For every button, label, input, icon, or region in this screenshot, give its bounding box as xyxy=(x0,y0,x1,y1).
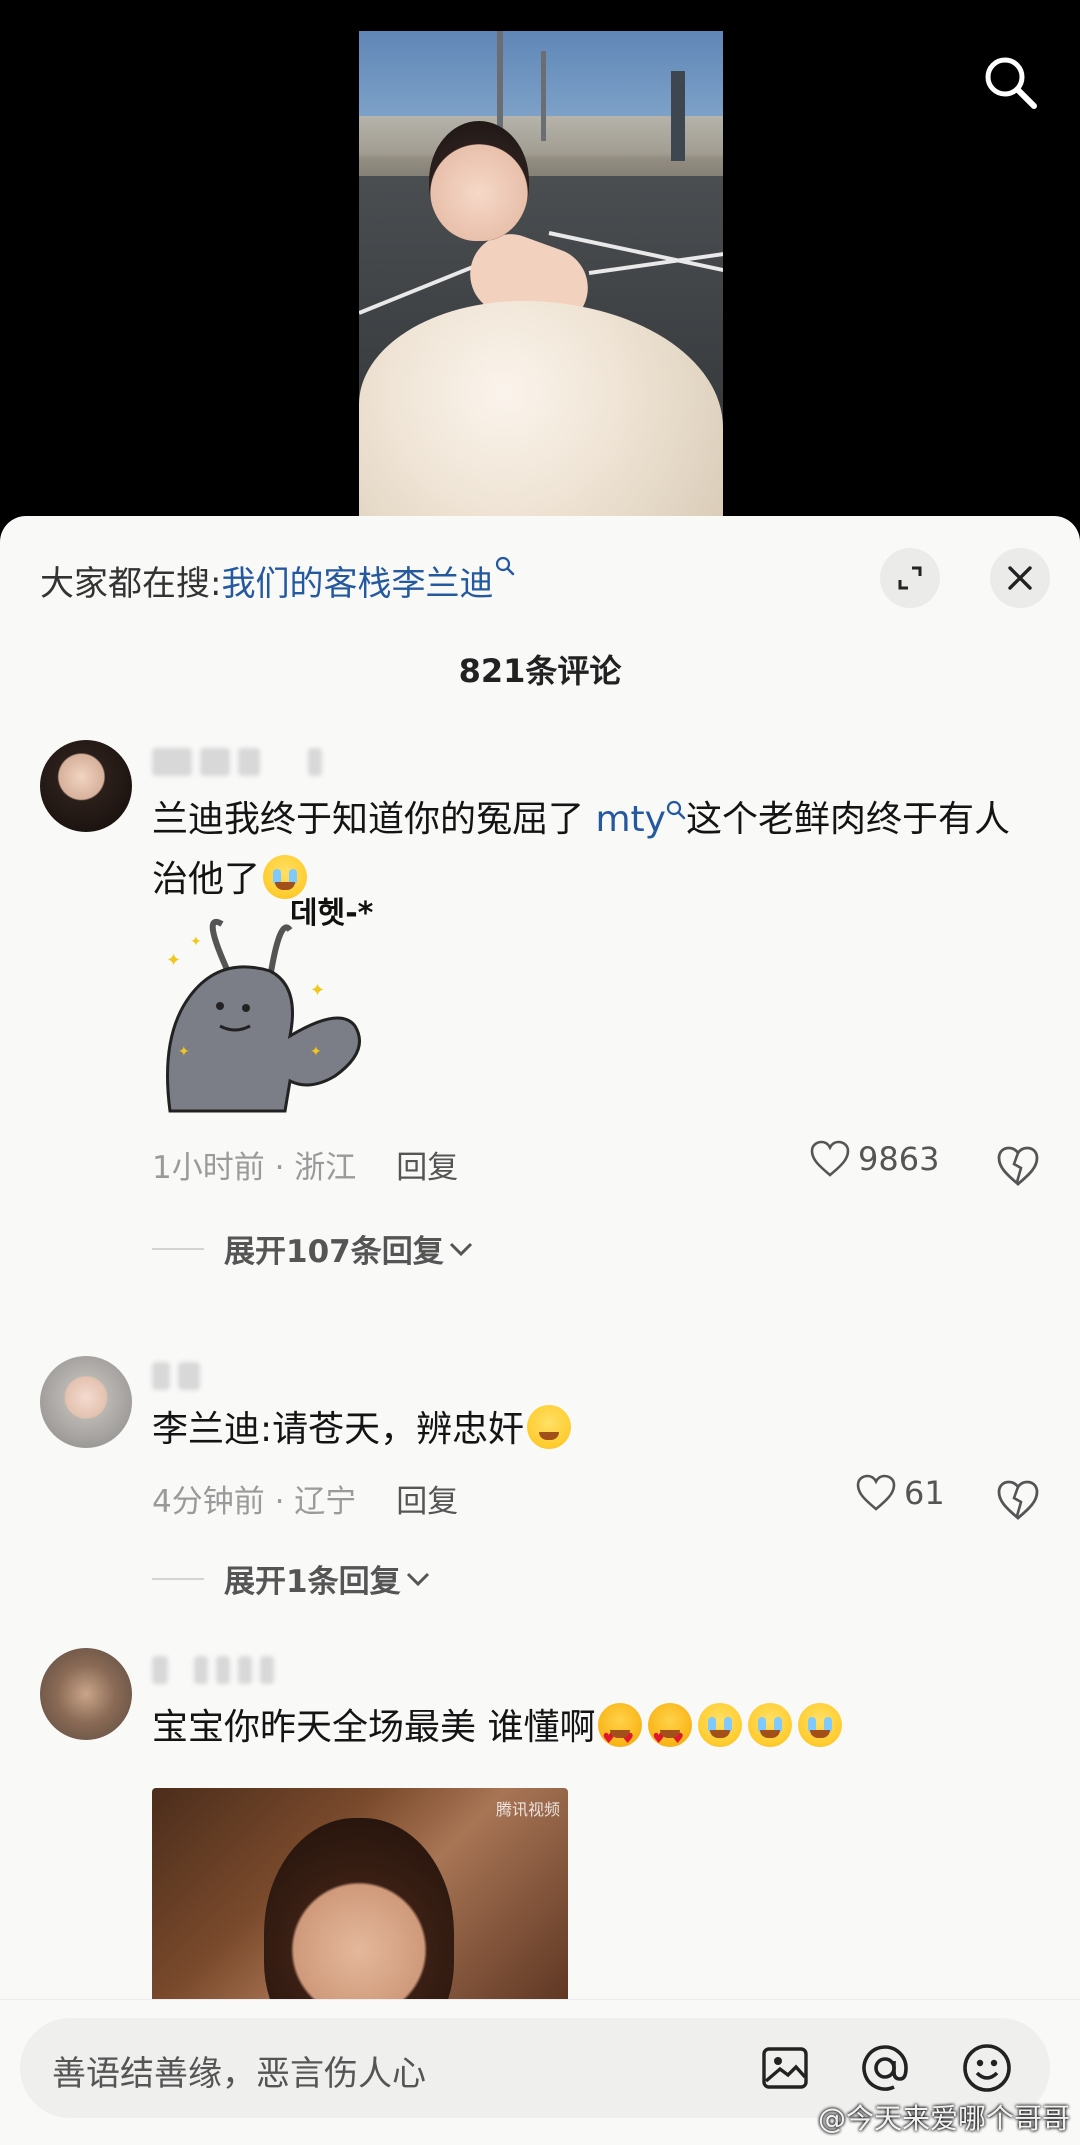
at-icon[interactable] xyxy=(858,2041,912,2095)
gif-watermark: 腾讯视频 xyxy=(495,1800,560,1819)
close-button[interactable] xyxy=(990,548,1050,608)
comment-text-part: 宝宝你昨天全场最美 谁懂啊 xyxy=(152,1707,596,1748)
heart-icon xyxy=(856,1474,896,1511)
time-location: 1小时前 · 浙江 xyxy=(152,1150,357,1186)
heart-eyes-emoji-icon xyxy=(598,1703,643,1769)
search-small-icon xyxy=(666,800,686,820)
comment-text: 兰迪我终于知道你的冤屈了 mty 这个老鲜肉终于有人治他了 xyxy=(152,790,1032,910)
video-subject-face xyxy=(429,121,529,241)
svg-text:✦: ✦ xyxy=(190,934,202,950)
comment-meta: 4分钟前 · 辽宁 回复 xyxy=(152,1476,458,1521)
avatar[interactable] xyxy=(40,1356,132,1448)
hot-search-keyword[interactable]: 我们的客栈李兰迪 xyxy=(221,564,493,604)
avatar[interactable] xyxy=(40,1648,132,1740)
lamp-post xyxy=(541,51,546,141)
crane-tower xyxy=(671,71,685,161)
expand-replies-label: 展开1条回复 xyxy=(224,1564,401,1600)
expand-icon xyxy=(898,566,922,590)
comment-input-placeholder: 善语结善缘，恶言伤人心 xyxy=(52,2054,426,2094)
avatar[interactable] xyxy=(40,740,132,832)
pleading-emoji-icon xyxy=(527,1405,572,1449)
username-blurred[interactable] xyxy=(152,1358,200,1394)
comment-text-part: 兰迪我终于知道你的冤屈了 xyxy=(152,799,596,840)
video-player[interactable] xyxy=(0,0,1080,520)
svg-text:✦: ✦ xyxy=(310,980,325,1001)
svg-text:✦: ✦ xyxy=(178,1044,190,1060)
expand-replies-button[interactable]: 展开107条回复 xyxy=(152,1226,474,1271)
hashtag-link[interactable]: mty xyxy=(595,799,666,840)
holding-back-tears-emoji-icon xyxy=(798,1703,843,1747)
emoji-icon[interactable] xyxy=(960,2041,1014,2095)
holding-back-tears-emoji-icon xyxy=(698,1703,743,1747)
comment-meta: 1小时前 · 浙江 回复 xyxy=(152,1142,458,1187)
like-button[interactable]: 61 xyxy=(856,1474,945,1512)
comment-text: 李兰迪:请苍天，辨忠奸 xyxy=(152,1400,1032,1460)
like-button[interactable]: 9863 xyxy=(810,1140,939,1178)
search-icon[interactable] xyxy=(980,52,1040,112)
expand-replies-button[interactable]: 展开1条回复 xyxy=(152,1556,431,1601)
comment-gif[interactable]: 腾讯视频 xyxy=(152,1788,568,2018)
username-blurred[interactable] xyxy=(152,1652,274,1688)
comment-item: 李兰迪:请苍天，辨忠奸 4分钟前 · 辽宁 回复 61 展开1条回复 xyxy=(0,1356,1080,1676)
comment-panel: 大家都在搜:我们的客栈李兰迪 821条评论 兰迪我终于知道你的冤屈了 mty 这个… xyxy=(0,516,1080,2144)
comment-count: 821条评论 xyxy=(458,652,622,690)
chevron-down-icon xyxy=(449,1242,472,1256)
gif-subject-face xyxy=(264,1818,454,2018)
svg-text:✦: ✦ xyxy=(310,1044,322,1060)
reply-button[interactable]: 回复 xyxy=(396,1150,458,1186)
username-blurred[interactable] xyxy=(152,744,322,780)
like-count: 61 xyxy=(904,1474,945,1512)
expand-replies-label: 展开107条回复 xyxy=(224,1234,444,1270)
holding-back-tears-emoji-icon xyxy=(748,1703,793,1747)
dislike-icon[interactable] xyxy=(994,1142,1042,1190)
weibo-watermark: @今天来爱哪个哥哥 xyxy=(817,2102,1070,2135)
hot-search-prefix: 大家都在搜: xyxy=(40,564,222,604)
like-count: 9863 xyxy=(858,1140,940,1178)
search-small-icon xyxy=(496,556,515,576)
image-icon[interactable] xyxy=(758,2041,812,2095)
expand-button[interactable] xyxy=(880,548,940,608)
comment-item: 宝宝你昨天全场最美 谁懂啊 腾讯视频 xyxy=(0,1648,1080,2018)
chevron-down-icon xyxy=(406,1572,429,1586)
dislike-icon[interactable] xyxy=(994,1476,1042,1524)
time-location: 4分钟前 · 辽宁 xyxy=(152,1484,357,1520)
heart-eyes-emoji-icon xyxy=(648,1703,693,1769)
svg-text:✦: ✦ xyxy=(166,950,181,971)
comment-text: 宝宝你昨天全场最美 谁懂啊 xyxy=(152,1698,1032,1769)
video-thumbnail[interactable] xyxy=(359,31,723,520)
hot-search-bar[interactable]: 大家都在搜:我们的客栈李兰迪 xyxy=(40,556,515,605)
comment-text-part: 李兰迪:请苍天，辨忠奸 xyxy=(152,1409,525,1450)
close-icon xyxy=(1008,566,1032,590)
comment-item: 兰迪我终于知道你的冤屈了 mty 这个老鲜肉终于有人治他了 데헷-* ✦ ✦ ✦ … xyxy=(0,740,1080,1270)
reply-button[interactable]: 回复 xyxy=(396,1484,458,1520)
comment-input-bar: 善语结善缘，恶言伤人心 @今天来爱哪个哥哥 xyxy=(0,1999,1080,2145)
heart-icon xyxy=(810,1140,850,1177)
sticker-image[interactable]: ✦ ✦ ✦ ✦ ✦ xyxy=(160,916,380,1116)
